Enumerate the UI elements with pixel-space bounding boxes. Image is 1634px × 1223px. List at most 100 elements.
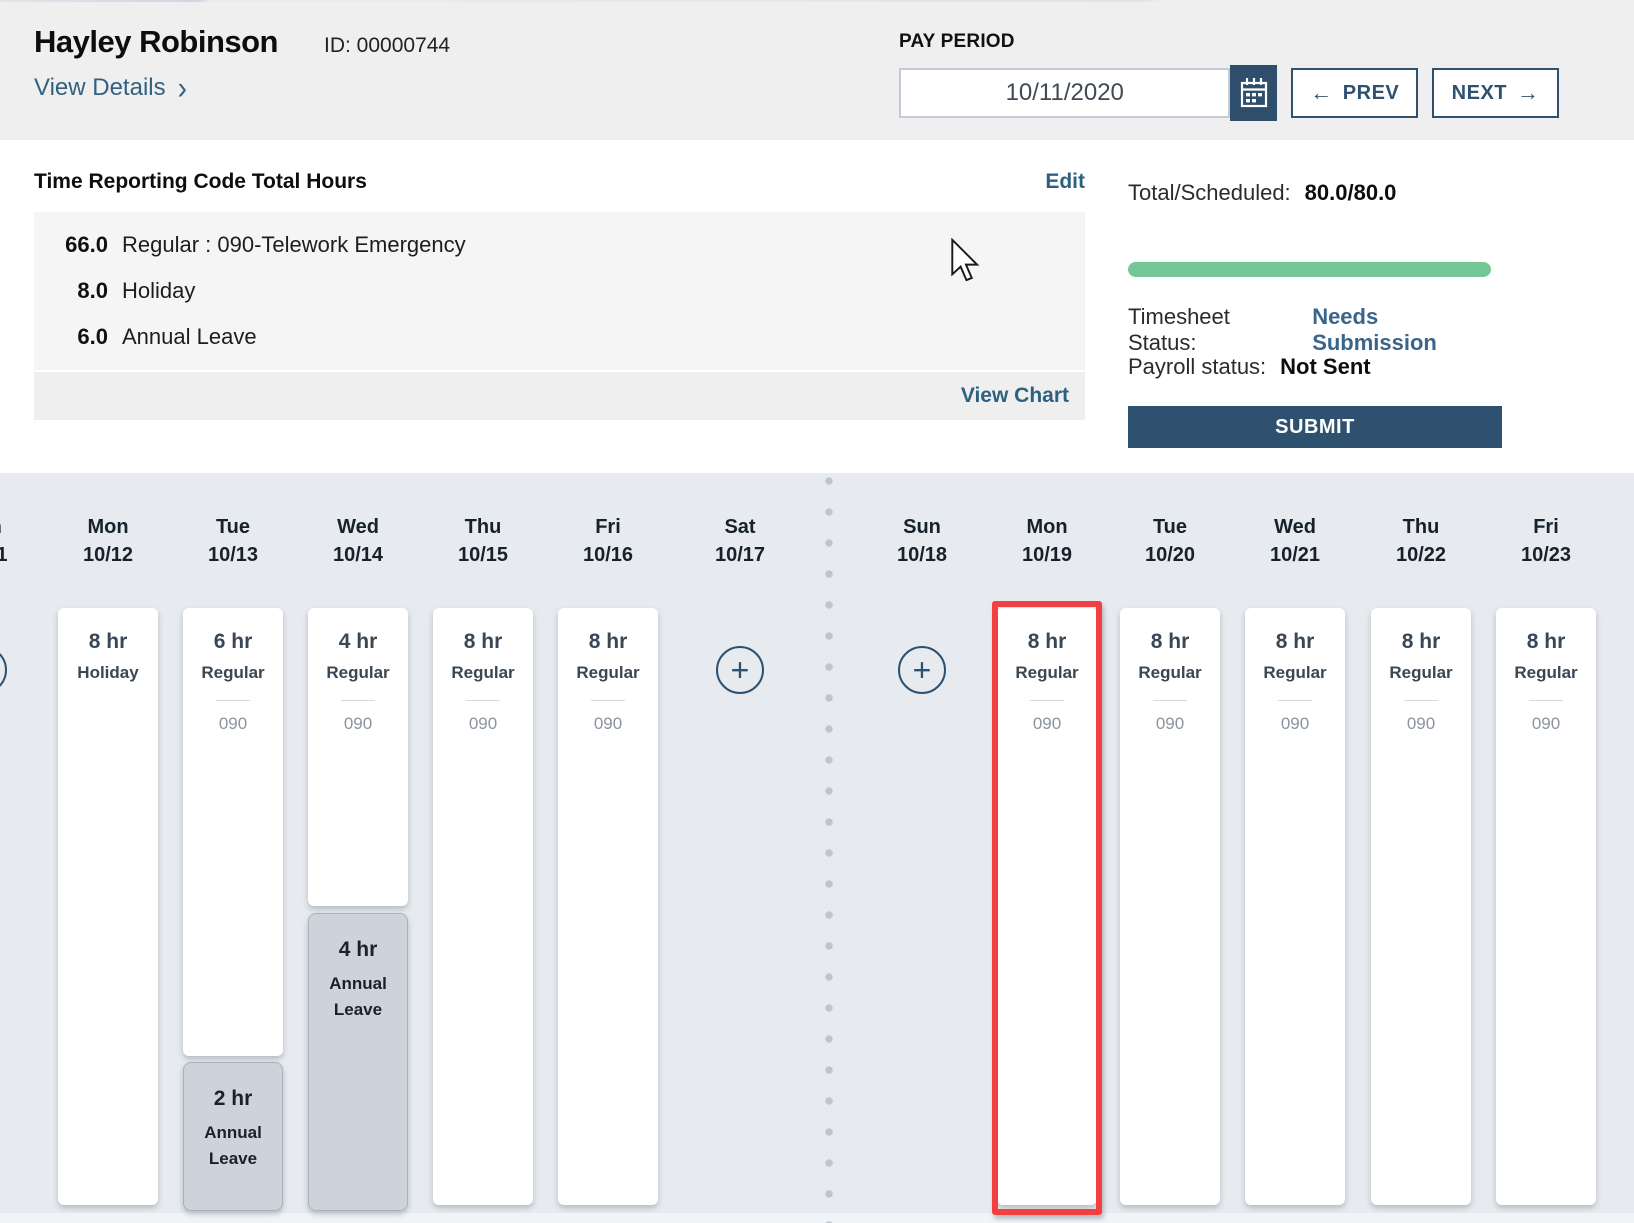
day-column-header-sun-10-18: Sun10/18: [872, 513, 972, 569]
time-entry-card-tue-10-13[interactable]: 6 hrRegular090: [183, 608, 283, 1056]
summary-section: Time Reporting Code Total Hours Edit 66.…: [0, 140, 1634, 473]
submit-button[interactable]: SUBMIT: [1128, 406, 1502, 448]
time-reporting-code: 090: [308, 714, 408, 734]
app-header: Hayley Robinson ID: 00000744 View Detail…: [0, 2, 1634, 140]
timesheet-status-value: Needs Submission: [1312, 304, 1502, 356]
day-column-sat-10-17: +: [690, 608, 790, 1211]
day-column-sun-10-11: +: [0, 608, 33, 1211]
total-scheduled-label: Total/Scheduled:: [1128, 180, 1291, 206]
time-reporting-code: 090: [183, 714, 283, 734]
day-column-header-fri-10-16: Fri10/16: [558, 513, 658, 569]
time-reporting-code: 090: [1371, 714, 1471, 734]
day-column-header-wed-10-14: Wed10/14: [308, 513, 408, 569]
pay-period-date-input[interactable]: [899, 68, 1230, 118]
day-column-header-mon-10-12: Mon10/12: [58, 513, 158, 569]
add-entry-button-sun-10-18[interactable]: +: [898, 646, 946, 694]
day-column-thu-10-15: 8 hrRegular090: [433, 608, 533, 1211]
calendar-grid: Sun10/11 + Mon10/12 8 hrHoliday Tue10/13 6 hr…: [0, 473, 1634, 1223]
chevron-right-icon: ›: [178, 72, 187, 104]
timesheet-status-label: Timesheet Status:: [1128, 304, 1298, 356]
trc-label: Holiday: [122, 278, 195, 304]
day-column-fri-10-23: 8 hrRegular090: [1496, 608, 1596, 1211]
prev-label: PREV: [1343, 82, 1399, 105]
day-column-header-mon-10-19: Mon10/19: [997, 513, 1097, 569]
card-divider: [1404, 700, 1438, 701]
pay-period-block: PAY PERIOD ←: [899, 31, 1559, 121]
day-column-mon-10-19: 8 hrRegular090: [997, 608, 1097, 1211]
calendar-bottom-strip: [0, 1213, 1634, 1223]
edit-link[interactable]: Edit: [1045, 170, 1085, 194]
pay-period-label: PAY PERIOD: [899, 31, 1559, 53]
time-entry-card-fri-10-16[interactable]: 8 hrRegular090: [558, 608, 658, 1205]
trc-hours: 6.0: [34, 324, 108, 350]
day-column-header-tue-10-13: Tue10/13: [183, 513, 283, 569]
next-label: NEXT: [1452, 82, 1507, 105]
time-reporting-code: 090: [433, 714, 533, 734]
card-divider: [1153, 700, 1187, 701]
calendar-picker-button[interactable]: [1230, 65, 1277, 121]
card-divider: [216, 700, 250, 701]
status-panel: Total/Scheduled: 80.0/80.0 Timesheet Sta…: [1128, 180, 1502, 206]
time-entry-card-mon-10-12[interactable]: 8 hrHoliday: [58, 608, 158, 1205]
day-column-header-tue-10-20: Tue10/20: [1120, 513, 1220, 569]
day-column-wed-10-14: 4 hrRegular0904 hrAnnual Leave: [308, 608, 408, 1211]
time-reporting-code: 090: [1245, 714, 1345, 734]
day-column-tue-10-20: 8 hrRegular090: [1120, 608, 1220, 1211]
time-entry-card-thu-10-22[interactable]: 8 hrRegular090: [1371, 608, 1471, 1205]
employee-id: ID: 00000744: [324, 34, 450, 58]
trc-label: Annual Leave: [122, 324, 257, 350]
card-divider: [1278, 700, 1312, 701]
prev-pay-period-button[interactable]: ← PREV: [1291, 68, 1418, 118]
panel-footer: View Chart: [34, 372, 1085, 420]
hours-progress-bar: [1128, 262, 1491, 277]
trc-row: 66.0 Regular : 090-Telework Emergency: [34, 232, 1085, 278]
employee-name: Hayley Robinson: [34, 24, 278, 60]
total-scheduled-value: 80.0/80.0: [1305, 180, 1397, 206]
card-divider: [341, 700, 375, 701]
next-pay-period-button[interactable]: NEXT →: [1432, 68, 1559, 118]
time-entry-card-wed-10-21[interactable]: 8 hrRegular090: [1245, 608, 1345, 1205]
time-reporting-panel: 66.0 Regular : 090-Telework Emergency 8.…: [34, 212, 1085, 370]
day-column-header-sat-10-17: Sat10/17: [690, 513, 790, 569]
time-entry-card-wed-10-14[interactable]: 4 hrRegular090: [308, 608, 408, 906]
payroll-status-label: Payroll status:: [1128, 354, 1266, 380]
add-entry-button-sun-10-11[interactable]: +: [0, 646, 7, 694]
card-divider: [1030, 700, 1064, 701]
card-divider: [466, 700, 500, 701]
time-reporting-code: 090: [997, 714, 1097, 734]
time-reporting-code: 090: [1496, 714, 1596, 734]
view-details-link[interactable]: View Details ›: [34, 74, 450, 102]
leave-entry-card-tue-10-13[interactable]: 2 hrAnnual Leave: [183, 1062, 283, 1211]
trc-hours: 66.0: [34, 232, 108, 258]
card-divider: [591, 700, 625, 701]
add-entry-button-sat-10-17[interactable]: +: [716, 646, 764, 694]
day-column-header-wed-10-21: Wed10/21: [1245, 513, 1345, 569]
time-reporting-code: 090: [558, 714, 658, 734]
trc-label: Regular : 090-Telework Emergency: [122, 232, 466, 258]
day-column-header-thu-10-22: Thu10/22: [1371, 513, 1471, 569]
day-column-fri-10-16: 8 hrRegular090: [558, 608, 658, 1211]
day-column-header-sun-10-11: Sun10/11: [0, 513, 33, 569]
view-details-label: View Details: [34, 74, 166, 102]
time-reporting-code: 090: [1120, 714, 1220, 734]
right-arrow-icon: →: [1517, 80, 1540, 106]
week-divider: [825, 477, 833, 1223]
time-entry-card-thu-10-15[interactable]: 8 hrRegular090: [433, 608, 533, 1205]
day-column-wed-10-21: 8 hrRegular090: [1245, 608, 1345, 1211]
leave-entry-card-wed-10-14[interactable]: 4 hrAnnual Leave: [308, 913, 408, 1211]
trc-row: 6.0 Annual Leave: [34, 324, 1085, 370]
left-arrow-icon: ←: [1310, 80, 1333, 106]
time-entry-card-tue-10-20[interactable]: 8 hrRegular090: [1120, 608, 1220, 1205]
day-column-tue-10-13: 6 hrRegular0902 hrAnnual Leave: [183, 608, 283, 1211]
summary-title: Time Reporting Code Total Hours: [34, 170, 367, 194]
day-column-header-fri-10-23: Fri10/23: [1496, 513, 1596, 569]
calendar-icon: [1239, 77, 1269, 109]
payroll-status-value: Not Sent: [1280, 354, 1370, 380]
day-column-thu-10-22: 8 hrRegular090: [1371, 608, 1471, 1211]
view-chart-link[interactable]: View Chart: [961, 384, 1069, 408]
trc-row: 8.0 Holiday: [34, 278, 1085, 324]
card-divider: [1529, 700, 1563, 701]
time-entry-card-mon-10-19[interactable]: 8 hrRegular090: [997, 608, 1097, 1205]
time-entry-card-fri-10-23[interactable]: 8 hrRegular090: [1496, 608, 1596, 1205]
day-column-header-thu-10-15: Thu10/15: [433, 513, 533, 569]
